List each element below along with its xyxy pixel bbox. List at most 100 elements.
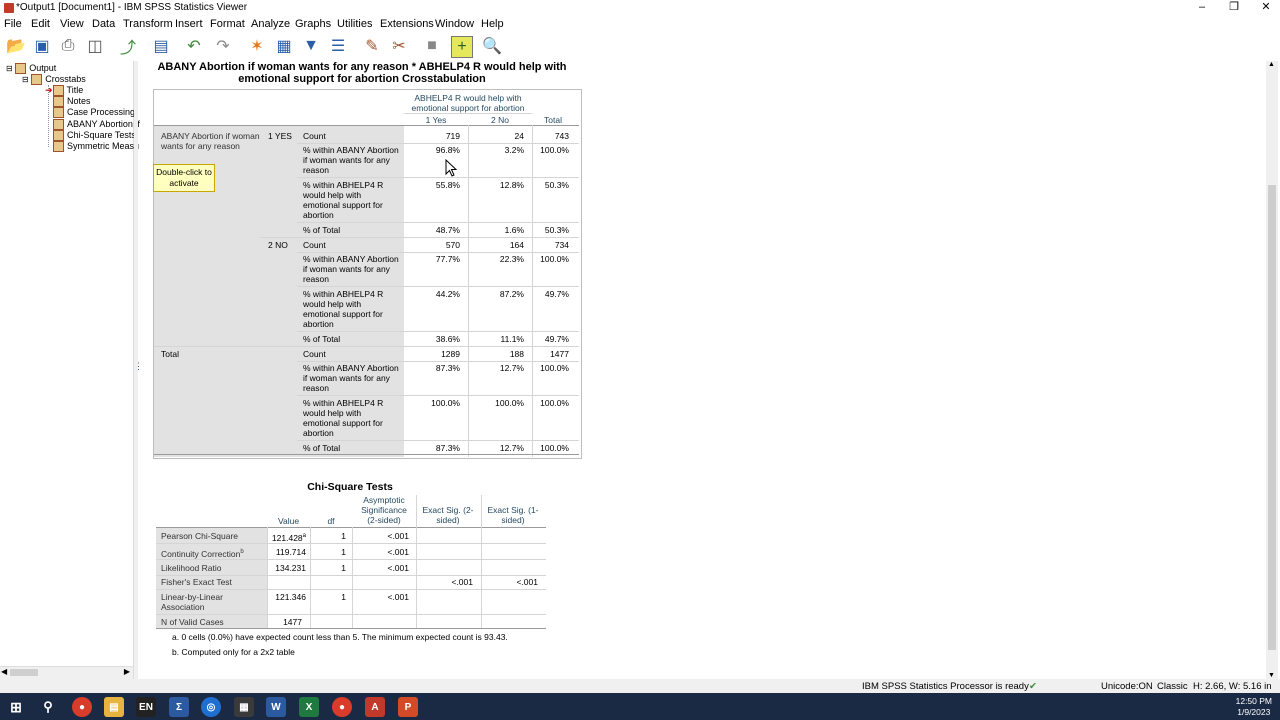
create-annotation-icon[interactable]: + [451,36,473,58]
total-withinrow-no: 12.7% [499,363,524,373]
save-icon[interactable]: ▣ [32,36,52,56]
search-icon[interactable]: ⚲ [38,697,58,717]
stat-within-col: % within ABHELP4 Rwould help with emotion… [303,398,384,438]
show-all-icon[interactable]: ■ [422,36,442,56]
yes-oftotal-no: 1.6% [504,225,524,235]
tree-crosstabs[interactable]: ⊟ Crosstabs [22,74,86,86]
yes-withincol-yes: 55.8% [435,180,460,190]
menu-utilities[interactable]: Utilities [337,18,372,30]
chi-asym: <.001 [387,563,409,573]
spss-icon[interactable]: Σ [169,697,189,717]
menu-file[interactable]: File [4,18,22,30]
variables-icon[interactable]: ▼ [301,36,321,56]
powerpoint-icon[interactable]: P [398,697,418,717]
print-icon[interactable]: ⎙ [58,36,78,56]
outline-horizontal-scrollbar[interactable]: ◀ ▶ [0,666,133,679]
excel-icon[interactable]: X [299,697,319,717]
total-withinrow-total: 100.0% [540,363,569,373]
minimize-button[interactable]: – [1186,0,1218,16]
pane-splitter[interactable]: ⋮ [134,61,143,679]
table-icon [53,107,64,119]
no-count-yes: 570 [445,240,460,250]
rule [154,346,579,347]
no-oftotal-total: 49.7% [544,334,569,344]
menu-format[interactable]: Format [210,18,245,30]
export-icon[interactable]: ⤴ [118,36,138,57]
menu-insert[interactable]: Insert [175,18,203,30]
scroll-down-icon[interactable]: ▼ [1268,672,1275,679]
chi-row-label: Likelihood Ratio [161,563,222,573]
total-withincol-yes: 100.0% [431,398,460,408]
redo-icon[interactable]: ↷ [213,36,233,56]
menu-edit[interactable]: Edit [31,18,50,30]
tree-item-notes[interactable]: Notes [53,96,91,108]
menu-analyze[interactable]: Analyze [251,18,290,30]
row-total-label: Total [161,349,179,359]
calculator-icon[interactable]: ▦ [234,697,254,717]
stat-within-row: % within ABANY Abortion if woman wants fo… [303,145,399,175]
chi-asym: <.001 [387,531,409,541]
tree-output[interactable]: ⊟ Output [6,63,56,75]
search-icon[interactable]: 🔍 [482,36,502,56]
chi-df: 1 [341,547,346,557]
restore-button[interactable]: ❐ [1218,0,1250,16]
col-label-yes: 1 Yes [425,115,447,125]
insert-title-icon[interactable]: ✂ [389,36,409,56]
chi-header-exact1: Exact Sig. (1- sided) [487,505,539,525]
open-icon[interactable]: 📂 [6,36,26,56]
file-explorer-icon[interactable]: ▤ [104,697,124,717]
insert-heading-icon[interactable]: ✎ [362,36,382,56]
menu-window[interactable]: Window [435,18,474,30]
browser-icon[interactable]: ◎ [201,697,221,717]
close-button[interactable]: ✕ [1250,0,1280,16]
undo-icon[interactable]: ↶ [184,36,204,56]
menu-extensions[interactable]: Extensions [380,18,434,30]
menu-graphs[interactable]: Graphs [295,18,331,30]
tree-item-abany[interactable]: ABANY Abortion if [53,119,140,131]
chi-asym: <.001 [387,592,409,602]
chrome-icon[interactable]: ● [332,697,352,717]
no-withincol-total: 49.7% [544,289,569,299]
content-scroll-thumb[interactable] [1268,185,1276,650]
vrule [468,125,469,457]
menu-transform[interactable]: Transform [123,18,173,30]
tree-item-case-processing[interactable]: Case Processing [53,107,135,119]
yes-count-no: 24 [514,131,524,141]
chi-header-df: df [327,516,335,526]
chi-df: 1 [341,592,346,602]
menu-view[interactable]: View [60,18,84,30]
chrome-icon[interactable]: ● [72,697,92,717]
goto-data-icon[interactable]: ✶ [247,36,267,56]
goto-case-icon[interactable]: ▦ [274,36,294,56]
chi-row-label: Continuity Correctionb [161,548,244,559]
vrule [481,495,482,629]
rule [156,589,546,590]
rule [156,559,546,560]
scroll-right-icon[interactable]: ▶ [124,667,130,676]
chi-exact1: <.001 [516,577,538,587]
stat-count: Count [303,131,326,141]
scroll-up-icon[interactable]: ▲ [1268,61,1275,68]
activate-tooltip: Double-click to activate [153,164,215,192]
notepad-icon[interactable]: EN [136,697,156,717]
designate-window-icon[interactable]: ☰ [328,36,348,56]
tree-item-symmetric[interactable]: Symmetric Measu [53,141,139,153]
print-preview-icon[interactable]: ◫ [85,36,105,56]
crosstab-col-var-header: ABHELP4 R would help with emotional suppo… [411,93,525,113]
content-vertical-scrollbar[interactable]: ▲ ▼ [1266,61,1278,679]
windows-start-icon[interactable]: ⊞ [6,697,26,717]
system-clock[interactable]: 12:50 PM 1/9/2023 [1236,696,1272,718]
outline-scroll-thumb[interactable] [10,669,38,676]
scroll-left-icon[interactable]: ◀ [1,667,7,676]
table-icon [53,130,64,142]
tree-item-chi-square[interactable]: Chi-Square Tests [53,130,136,142]
word-icon[interactable]: W [266,697,286,717]
menu-bar: File Edit View Data Transform Insert For… [0,16,1280,33]
recall-dialog-icon[interactable]: ▤ [151,36,171,56]
mouse-cursor-icon [445,159,457,177]
menu-data[interactable]: Data [92,18,115,30]
tree-item-title[interactable]: ➜ Title [45,85,83,97]
menu-help[interactable]: Help [481,18,504,30]
acrobat-icon[interactable]: A [365,697,385,717]
unicode-status: Unicode:ON [1101,681,1153,692]
